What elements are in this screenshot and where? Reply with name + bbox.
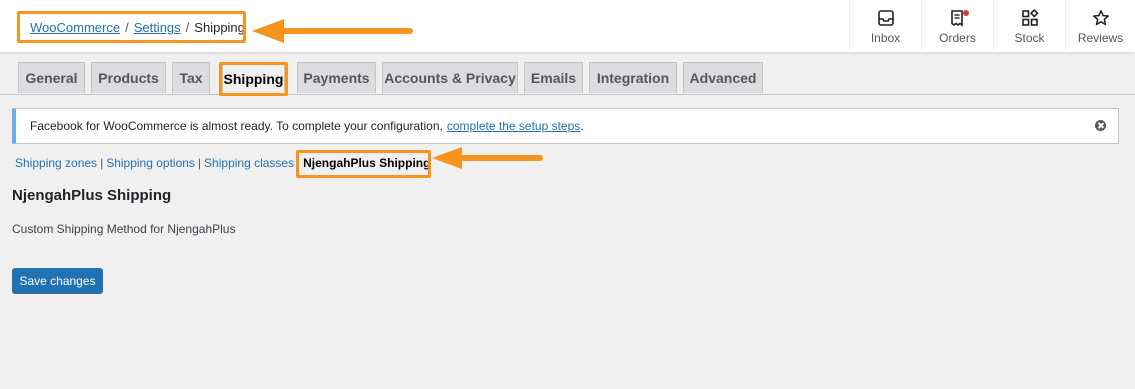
inbox-icon bbox=[877, 10, 894, 26]
section-link-shipping-zones[interactable]: Shipping zones bbox=[15, 156, 97, 170]
tab-general[interactable]: General bbox=[18, 62, 85, 93]
page-description: Custom Shipping Method for NjengahPlus bbox=[12, 222, 236, 236]
facebook-notice: Facebook for WooCommerce is almost ready… bbox=[12, 108, 1119, 144]
activity-label: Stock bbox=[1014, 31, 1045, 45]
activity-label: Reviews bbox=[1077, 31, 1124, 45]
notice-text: Facebook for WooCommerce is almost ready… bbox=[30, 119, 443, 133]
tab-payments[interactable]: Payments bbox=[297, 62, 376, 93]
notification-dot bbox=[963, 10, 969, 16]
section-link-shipping-options[interactable]: Shipping options bbox=[106, 156, 195, 170]
activity-reviews[interactable]: Reviews bbox=[1065, 0, 1135, 52]
stock-icon bbox=[1021, 9, 1039, 26]
annotation-arrow bbox=[432, 147, 543, 169]
settings-tabs: General Products Tax Shipping Payments A… bbox=[0, 60, 1135, 95]
tab-products[interactable]: Products bbox=[91, 62, 166, 93]
save-button[interactable]: Save changes bbox=[12, 268, 103, 294]
section-link-shipping-classes[interactable]: Shipping classes bbox=[204, 156, 294, 170]
dismiss-icon[interactable] bbox=[1095, 120, 1106, 131]
star-icon bbox=[1092, 10, 1109, 26]
activity-label: Inbox bbox=[870, 31, 901, 45]
tab-tax[interactable]: Tax bbox=[172, 62, 210, 93]
activity-label: Orders bbox=[939, 31, 976, 45]
activity-stock[interactable]: Stock bbox=[993, 0, 1065, 52]
notice-setup-link[interactable]: complete the setup steps bbox=[447, 119, 580, 133]
section-separator: | bbox=[197, 156, 202, 170]
page-title: NjengahPlus Shipping bbox=[12, 187, 172, 204]
tab-emails[interactable]: Emails bbox=[524, 62, 583, 93]
breadcrumb-highlight-box bbox=[17, 11, 246, 43]
annotation-arrow bbox=[252, 19, 413, 43]
activity-bar: Inbox Orders Stock Reviews bbox=[849, 0, 1135, 52]
activity-inbox[interactable]: Inbox bbox=[849, 0, 921, 52]
notice-suffix: . bbox=[580, 119, 584, 133]
tab-integration[interactable]: Integration bbox=[589, 62, 677, 93]
tab-highlight-box bbox=[219, 62, 288, 96]
activity-orders[interactable]: Orders bbox=[921, 0, 993, 52]
section-separator: | bbox=[100, 156, 104, 170]
tab-accounts-privacy[interactable]: Accounts & Privacy bbox=[382, 62, 518, 93]
tab-advanced[interactable]: Advanced bbox=[683, 62, 763, 93]
section-highlight-box bbox=[296, 150, 431, 178]
